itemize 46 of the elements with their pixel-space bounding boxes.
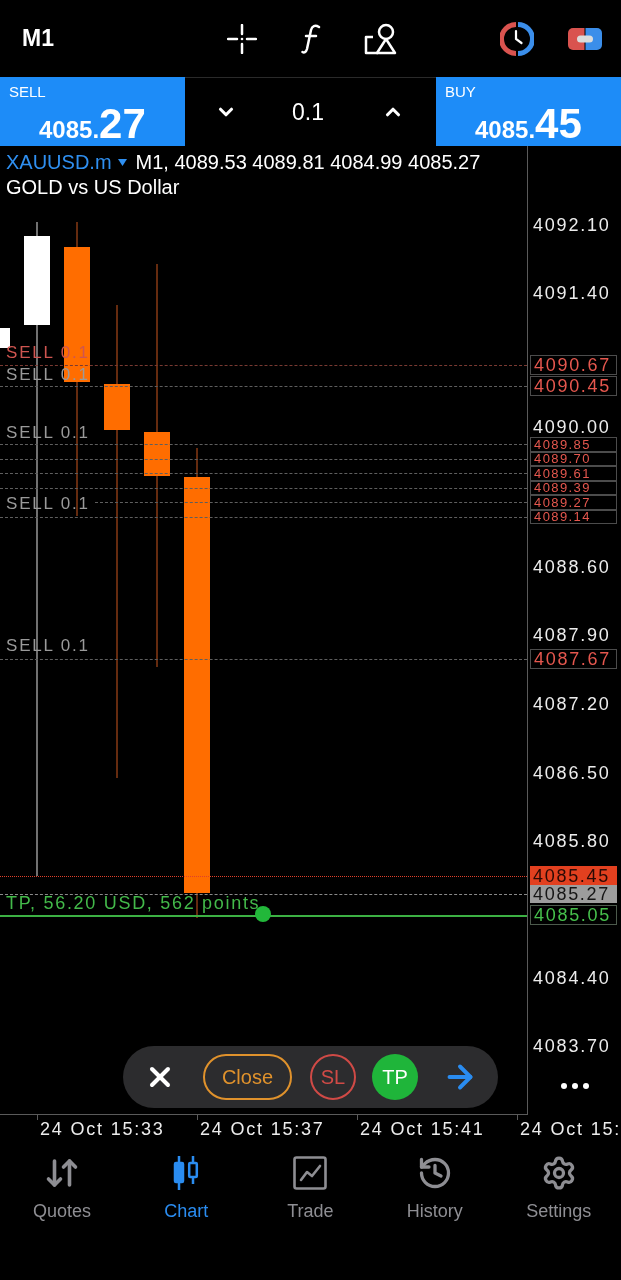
timeframe-button[interactable]: M1 bbox=[22, 27, 54, 50]
time-axis-label: 24 Oct 15: bbox=[520, 1119, 621, 1139]
order-price-tag: 4087.67 bbox=[530, 648, 617, 669]
time-axis-label: 24 Oct 15:33 bbox=[40, 1119, 165, 1139]
ohlc-values: M1, 4089.53 4089.81 4084.99 4085.27 bbox=[135, 150, 481, 175]
nav-tab[interactable]: History bbox=[372, 1155, 497, 1240]
dropdown-caret-icon bbox=[117, 159, 127, 166]
nav-tab[interactable]: Quotes bbox=[0, 1155, 125, 1240]
time-axis-label: 24 Oct 15:37 bbox=[200, 1119, 325, 1139]
order-price-tag: 4089.85 bbox=[530, 437, 617, 452]
sell-button[interactable]: SELL 4085.27 bbox=[0, 77, 185, 146]
order-price-tag: 4089.27 bbox=[530, 495, 617, 510]
buy-button[interactable]: BUY 4085.45 bbox=[436, 77, 621, 146]
order-price-tag: 4090.67 bbox=[530, 355, 617, 375]
price-axis-label: 4087.90 bbox=[533, 626, 611, 644]
bid-price-tag: 4085.27 bbox=[530, 885, 617, 903]
take-profit-tag: 4085.05 bbox=[530, 905, 617, 925]
price-axis-label: 4087.20 bbox=[533, 695, 611, 713]
shapes-icon[interactable] bbox=[363, 22, 398, 55]
volume-field[interactable]: 0.1 bbox=[292, 100, 324, 124]
function-icon[interactable] bbox=[300, 23, 321, 54]
ask-price-tag: 4085.45 bbox=[530, 866, 617, 885]
nav-tab[interactable]: Chart bbox=[124, 1155, 249, 1240]
close-position-button[interactable]: Close bbox=[203, 1054, 292, 1100]
price-axis-label: 4086.50 bbox=[533, 764, 611, 782]
order-price-tag: 4090.45 bbox=[530, 376, 617, 396]
line-chart-icon bbox=[293, 1156, 328, 1190]
nav-tab[interactable]: Trade bbox=[248, 1155, 373, 1240]
price-axis-label: 4092.10 bbox=[533, 216, 611, 234]
take-profit-label: TP, 56.20 USD, 562 points bbox=[6, 895, 261, 911]
symbol-selector[interactable]: XAUUSD.m bbox=[6, 150, 127, 175]
nav-tab[interactable]: Settings bbox=[496, 1155, 621, 1240]
price-axis-label: 4091.40 bbox=[533, 284, 611, 302]
order-price-tag: 4089.61 bbox=[530, 466, 617, 481]
candle bbox=[0, 328, 10, 348]
price-axis-label: 4085.80 bbox=[533, 832, 611, 850]
more-icon[interactable] bbox=[561, 1083, 589, 1089]
crosshair-icon[interactable] bbox=[226, 23, 257, 54]
time-axis-label: 24 Oct 15:41 bbox=[360, 1119, 485, 1139]
price-axis-label: 4083.70 bbox=[533, 1037, 611, 1055]
clock-icon[interactable] bbox=[499, 21, 534, 56]
price-axis-label: 4088.60 bbox=[533, 558, 611, 576]
toggle-icon[interactable] bbox=[567, 27, 602, 50]
price-axis-label: 4090.00 bbox=[533, 418, 611, 436]
price-axis-label: 4084.40 bbox=[533, 969, 611, 987]
symbol-description: GOLD vs US Dollar bbox=[6, 175, 181, 200]
